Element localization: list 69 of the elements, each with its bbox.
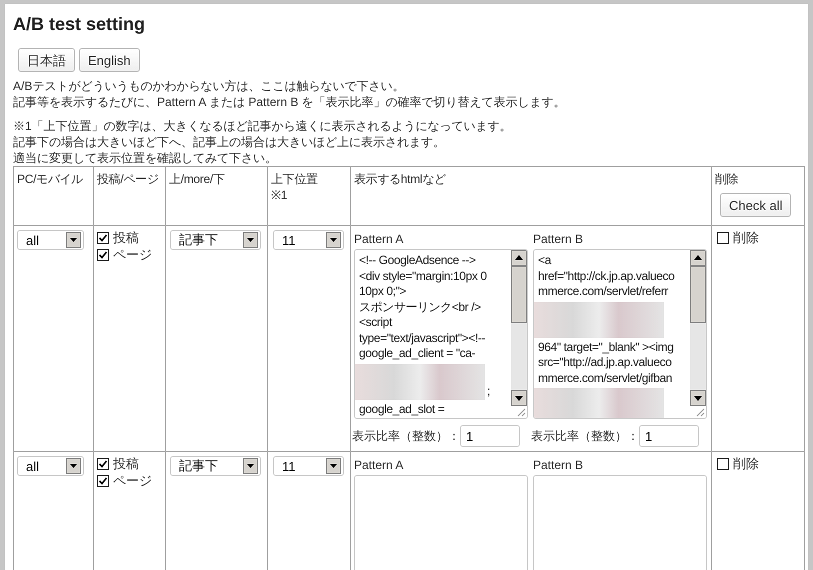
checkbox[interactable] [717, 458, 729, 470]
dropdown[interactable]: 11 [273, 456, 344, 476]
code-textarea[interactable]: <a href="http://ck.jp.ap.valueco mmerce.com/servlet/referr 964" target="_blank" ><img src="http://ad.jp.ap.valueco mmerce.com/servlet/gifban [533, 249, 707, 419]
ratio-label: 表示比率（整数）： [531, 428, 639, 444]
code-line: <script [359, 315, 394, 330]
column-header: 表示するhtmlなど [354, 171, 447, 187]
column-note: ※1 [271, 187, 288, 203]
pattern-label: Pattern A [354, 231, 404, 247]
column-header: 投稿/ページ [97, 171, 160, 187]
ratio-input[interactable]: 1 [460, 425, 520, 447]
code-line: href="http://ck.jp.ap.valueco [538, 268, 676, 284]
checkbox[interactable] [97, 232, 109, 244]
caret-icon [66, 232, 81, 248]
caret-icon [326, 458, 341, 474]
checkbox[interactable] [717, 232, 729, 244]
code-line: 964" target="_blank" ><img [538, 340, 674, 355]
note-text: 記事下の場合は大きいほど下へ、記事上の場合は大きいほど上に表示されます。 [13, 134, 446, 150]
column-header: 上下位置 [271, 171, 319, 187]
ratio-label: 表示比率（整数）： [352, 428, 460, 444]
code-line: type="text/javascript"><!-- [359, 330, 486, 346]
checkbox-label: 削除 [733, 230, 759, 246]
checkbox-label: 投稿 [113, 230, 139, 246]
intro-text: A/Bテストがどういうものかわからない方は、ここは触らないで下さい。 [13, 78, 406, 94]
checkbox[interactable] [97, 249, 109, 261]
code-textarea[interactable]: <!-- GoogleAdsence --> <div style="margin:10px 0 10px 0;"> スポンサーリンク<br /> <script type="text/javascript"><!-- google_ad_client = "ca- ; google_ad_slot = [354, 249, 528, 419]
note-text: 適当に変更して表示位置を確認してみて下さい。 [13, 150, 278, 166]
caret-icon [66, 458, 81, 474]
dropdown[interactable]: 11 [273, 230, 344, 250]
code-line: ; [487, 384, 490, 400]
column-header: PC/モバイル [17, 171, 84, 187]
code-line: google_ad_slot = [359, 402, 446, 417]
code-line: <!-- GoogleAdsence --> [359, 253, 477, 268]
dropdown[interactable]: all [17, 230, 84, 250]
code-line: 10px 0;"> [359, 284, 408, 300]
checkbox-label: ページ [113, 247, 152, 263]
scrollbar[interactable] [690, 250, 706, 406]
code-line: mmerce.com/servlet/referr [538, 284, 670, 300]
resize-grip-icon[interactable] [517, 408, 526, 417]
checkbox[interactable] [97, 475, 109, 487]
checkbox-label: 投稿 [113, 456, 139, 472]
ratio-input[interactable]: 1 [639, 425, 699, 447]
column-header: 削除 [715, 171, 740, 187]
code-line: スポンサーリンク<br /> [359, 300, 482, 315]
dropdown[interactable]: 記事下 [170, 230, 261, 250]
column-header: 上/more/下 [169, 171, 226, 187]
caret-icon [243, 458, 258, 474]
scrollbar[interactable] [511, 250, 527, 406]
pattern-label: Pattern B [533, 457, 584, 473]
dropdown[interactable]: all [17, 456, 84, 476]
code-line: <div style="margin:10px 0 [359, 268, 488, 284]
intro-text: 記事等を表示するたびに、Pattern A または Pattern B を「表示比率」の確率で切り替えて表示します。 [13, 94, 567, 110]
caret-icon [326, 232, 341, 248]
code-line: mmerce.com/servlet/gifban [538, 370, 674, 386]
caret-icon [243, 232, 258, 248]
code-line: src="http://ad.jp.ap.valueco [538, 355, 672, 370]
pattern-label: Pattern B [533, 231, 584, 247]
note-text: ※1「上下位置」の数字は、大きくなるほど記事から遠くに表示されるようになっています。 [13, 118, 513, 134]
pattern-label: Pattern A [354, 457, 404, 473]
checkbox[interactable] [97, 458, 109, 470]
code-line: <a [538, 253, 552, 268]
dropdown[interactable]: 記事下 [170, 456, 261, 476]
language-button[interactable]: English [79, 48, 140, 72]
checkbox-label: 削除 [733, 456, 759, 472]
language-button[interactable]: 日本語 [18, 48, 75, 72]
page-title: A/B test setting [13, 13, 146, 35]
resize-grip-icon[interactable] [696, 408, 705, 417]
check-all-button[interactable]: Check all [720, 193, 792, 217]
code-line: google_ad_client = "ca- [359, 346, 476, 362]
checkbox-label: ページ [113, 473, 152, 489]
